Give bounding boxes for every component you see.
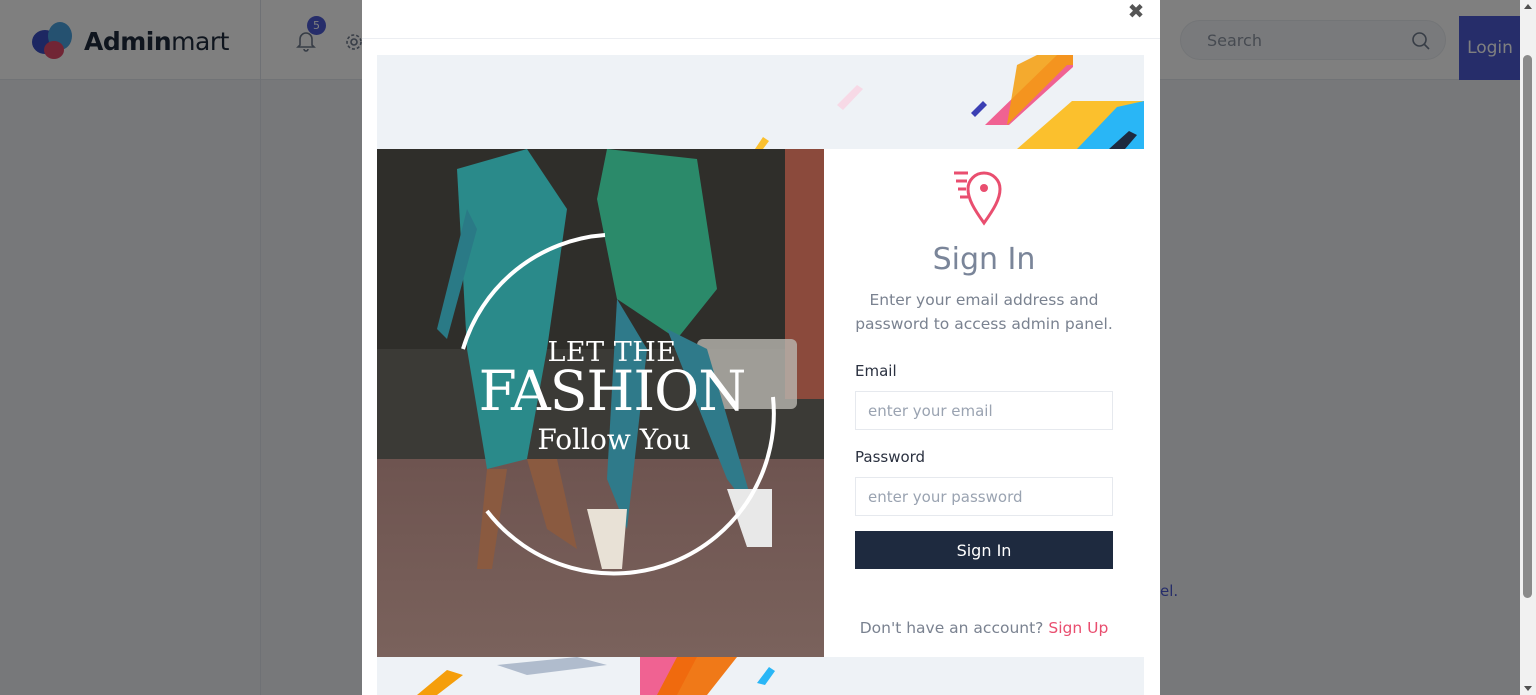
close-icon[interactable]: ✖ xyxy=(1126,0,1146,22)
email-field[interactable] xyxy=(855,391,1113,430)
signin-button[interactable]: Sign In xyxy=(855,531,1113,569)
fashion-slogan: LET THE FASHION Follow You xyxy=(377,149,824,657)
signin-title: Sign In xyxy=(932,242,1036,277)
signin-panel: Sign In Enter your email address and pas… xyxy=(824,149,1144,657)
scroll-thumb[interactable] xyxy=(1523,55,1532,598)
scroll-down-arrow-icon[interactable] xyxy=(1524,686,1532,691)
password-label: Password xyxy=(855,448,926,466)
page-scrollbar[interactable] xyxy=(1520,0,1536,695)
modal-body: LET THE FASHION Follow You Sign In Enter… xyxy=(377,55,1144,695)
signin-card: LET THE FASHION Follow You Sign In Enter… xyxy=(377,149,1144,657)
slogan-line-2: FASHION xyxy=(478,359,747,423)
modal-header xyxy=(362,0,1160,39)
signup-link[interactable]: Sign Up xyxy=(1048,619,1108,637)
signup-prompt: Don't have an account? xyxy=(859,619,1044,637)
slogan-line-3: Follow You xyxy=(537,423,691,456)
location-pin-icon xyxy=(954,171,1002,226)
signin-modal: LET THE FASHION Follow You Sign In Enter… xyxy=(362,0,1160,695)
signup-row: Don't have an account? Sign Up xyxy=(824,619,1144,637)
fashion-photo: LET THE FASHION Follow You xyxy=(377,149,824,657)
signin-description: Enter your email address and password to… xyxy=(855,291,1113,333)
password-field[interactable] xyxy=(855,477,1113,516)
email-label: Email xyxy=(855,362,897,380)
scroll-up-arrow-icon[interactable] xyxy=(1524,4,1532,9)
